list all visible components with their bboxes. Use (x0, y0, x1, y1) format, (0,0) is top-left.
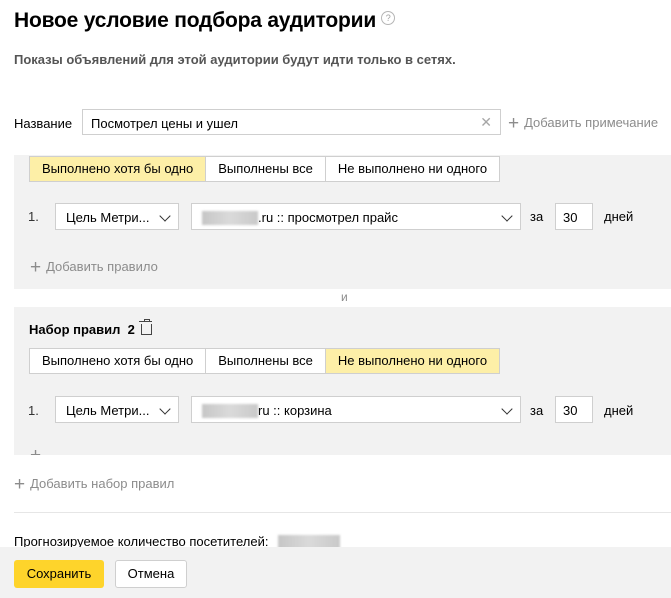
page-subtitle: Показы объявлений для этой аудитории буд… (14, 52, 456, 67)
chevron-down-icon (159, 210, 171, 222)
days-label: дней (604, 209, 634, 224)
plus-icon: + (508, 113, 520, 134)
days-input[interactable]: 30 (555, 396, 593, 423)
chevron-down-icon (501, 210, 513, 222)
for-label: за (530, 403, 544, 418)
days-value: 30 (563, 210, 578, 225)
days-input[interactable]: 30 (555, 203, 593, 230)
rule-index: 1. (28, 403, 39, 418)
name-input-value: Посмотрел цены и ушел (91, 116, 238, 131)
redacted-domain (202, 211, 258, 225)
rule-set-2-title: Набор правил 2 (29, 319, 152, 337)
add-rule-link[interactable]: + Добавить правило (30, 258, 158, 277)
name-label: Название (14, 116, 73, 131)
plus-icon: + (30, 257, 42, 278)
name-input[interactable]: Посмотрел цены и ушел ✕ (82, 109, 501, 135)
goal-value: .ru :: просмотрел прайс (258, 210, 398, 225)
rule-set-1-panel: Выполнено хотя бы одно Выполнены все Не … (14, 155, 671, 289)
rule-type-select[interactable]: Цель Метри... (55, 396, 179, 423)
rule-type-value: Цель Метри... (66, 403, 150, 418)
and-label: и (341, 290, 348, 304)
add-note-link[interactable]: + Добавить примечание (508, 114, 658, 133)
rule-set-2-mode[interactable]: Выполнено хотя бы одно Выполнены все Не … (29, 348, 501, 374)
option-any[interactable]: Выполнено хотя бы одно (30, 157, 207, 181)
plus-icon: + (30, 447, 41, 455)
goal-select[interactable]: .ru :: просмотрел прайс (191, 203, 521, 230)
cancel-button[interactable]: Отмена (115, 560, 187, 588)
option-all[interactable]: Выполнены все (206, 157, 326, 181)
option-none[interactable]: Не выполнено ни одного (325, 349, 500, 373)
plus-icon: + (14, 474, 26, 495)
clear-icon[interactable]: ✕ (480, 114, 492, 131)
option-none[interactable]: Не выполнено ни одного (326, 157, 499, 181)
rule-type-value: Цель Метри... (66, 210, 150, 225)
save-button[interactable]: Сохранить (14, 560, 104, 588)
trash-icon[interactable] (138, 319, 152, 335)
goal-select[interactable]: ru :: корзина (191, 396, 521, 423)
days-value: 30 (563, 403, 578, 418)
chevron-down-icon (501, 403, 513, 415)
rule-index: 1. (28, 209, 39, 224)
goal-value: ru :: корзина (258, 403, 332, 418)
option-all[interactable]: Выполнены все (206, 349, 326, 373)
rule-set-2-panel: Набор правил 2 Выполнено хотя бы одно Вы… (14, 307, 671, 455)
divider (14, 512, 671, 513)
for-label: за (530, 209, 544, 224)
days-label: дней (604, 403, 634, 418)
page-title: Новое условие подбора аудитории? (14, 9, 396, 33)
rule-type-select[interactable]: Цель Метри... (55, 203, 179, 230)
rule-set-1-mode[interactable]: Выполнено хотя бы одно Выполнены все Не … (29, 156, 501, 182)
redacted-domain (202, 404, 258, 418)
help-icon[interactable]: ? (381, 11, 396, 25)
option-any[interactable]: Выполнено хотя бы одно (30, 349, 207, 373)
chevron-down-icon (159, 403, 171, 415)
add-rule-set-link[interactable]: + Добавить набор правил (14, 475, 174, 494)
add-rule-link-partial[interactable]: + (30, 447, 46, 455)
